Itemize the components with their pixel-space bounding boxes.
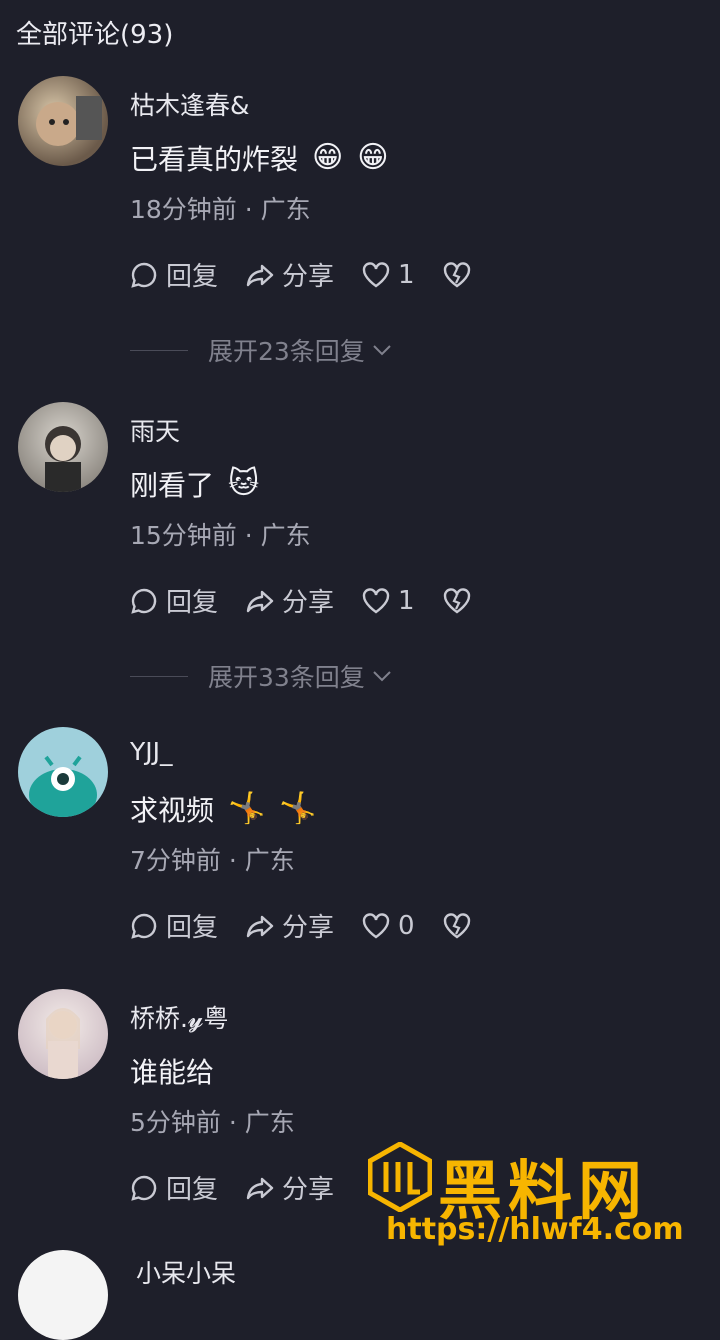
comment-item: 枯木逢春& 已看真的炸裂 😁 😁 18分钟前 · 广东 回复 分享 1 展开23… <box>0 76 720 376</box>
broken-heart-icon <box>443 912 470 938</box>
reply-icon <box>131 1175 157 1201</box>
share-icon <box>246 1177 274 1199</box>
comments-header: 全部评论(93) <box>16 20 174 50</box>
share-icon <box>246 590 274 612</box>
share-label: 分享 <box>282 262 335 292</box>
divider <box>130 675 188 677</box>
reply-label: 回复 <box>166 588 219 618</box>
acrobat-emoji-icon: 🤸 <box>279 791 317 826</box>
username[interactable]: 小呆小呆 <box>136 1254 236 1290</box>
acrobat-emoji-icon: 🤸 <box>228 791 266 826</box>
comment-body: 已看真的炸裂 <box>130 143 299 176</box>
comment-actions: 回复 分享 0 <box>128 907 499 944</box>
share-label: 分享 <box>282 1175 335 1205</box>
reply-button[interactable]: 回复 <box>128 1169 218 1206</box>
comment-item: 雨天 刚看了 🐱 15分钟前 · 广东 回复 分享 1 展开33条回复 <box>0 402 720 702</box>
expand-label: 展开33条回复 <box>208 663 365 692</box>
like-count: 1 <box>398 259 415 290</box>
broken-heart-icon <box>443 261 470 287</box>
heart-icon <box>362 261 390 287</box>
dislike-button[interactable] <box>441 259 473 291</box>
like-button[interactable]: 1 <box>360 259 415 291</box>
share-icon <box>246 915 274 937</box>
comment-item: 小呆小呆 <box>0 1250 720 1340</box>
username[interactable]: 雨天 <box>130 412 180 448</box>
like-button[interactable]: 0 <box>360 910 415 942</box>
reply-icon <box>131 262 157 288</box>
share-button[interactable]: 分享 <box>244 582 334 619</box>
like-button[interactable]: 1 <box>360 585 415 617</box>
expand-label: 展开23条回复 <box>208 337 365 366</box>
chevron-down-icon <box>373 345 391 356</box>
dislike-button[interactable] <box>441 910 473 942</box>
heart-icon <box>362 587 390 613</box>
heart-icon <box>362 912 390 938</box>
comment-item: YJJ_ 求视频 🤸 🤸 7分钟前 · 广东 回复 分享 0 <box>0 727 720 1027</box>
comment-actions: 回复 分享 1 <box>128 582 499 619</box>
broken-heart-icon <box>443 587 470 613</box>
comment-meta: 7分钟前 · 广东 <box>130 846 295 875</box>
reply-icon <box>131 588 157 614</box>
comment-text: 求视频 🤸 🤸 <box>130 789 317 829</box>
share-label: 分享 <box>282 913 335 943</box>
like-count: 0 <box>398 910 415 941</box>
avatar[interactable] <box>18 727 108 817</box>
watermark-url: https://hlwf4.com <box>386 1212 684 1247</box>
share-label: 分享 <box>282 588 335 618</box>
grin-emoji-icon: 😁 <box>312 140 344 175</box>
comment-actions: 回复 分享 <box>128 1169 360 1206</box>
username[interactable]: YJJ_ <box>130 737 173 766</box>
dislike-button[interactable] <box>441 585 473 617</box>
comment-text: 刚看了 🐱 <box>130 464 259 504</box>
comment-body: 求视频 <box>130 794 215 827</box>
comment-actions: 回复 分享 1 <box>128 256 499 293</box>
reply-button[interactable]: 回复 <box>128 582 218 619</box>
reply-button[interactable]: 回复 <box>128 907 218 944</box>
watermark: 黑料网 https://hlwf4.com <box>368 1140 698 1250</box>
share-button[interactable]: 分享 <box>244 1169 334 1206</box>
comment-body: 谁能给 <box>130 1056 215 1089</box>
comment-text: 谁能给 <box>130 1051 214 1091</box>
chevron-down-icon <box>373 671 391 682</box>
expand-replies[interactable]: 展开33条回复 <box>130 658 395 694</box>
comment-meta: 5分钟前 · 广东 <box>130 1108 295 1137</box>
cat-emoji-icon: 🐱 <box>228 466 260 501</box>
logo-icon <box>368 1142 432 1212</box>
comment-body: 刚看了 <box>130 469 215 502</box>
comment-text: 已看真的炸裂 😁 😁 <box>130 138 389 178</box>
comment-meta: 18分钟前 · 广东 <box>130 195 311 224</box>
share-button[interactable]: 分享 <box>244 907 334 944</box>
expand-replies[interactable]: 展开23条回复 <box>130 332 395 368</box>
reply-icon <box>131 913 157 939</box>
reply-label: 回复 <box>166 1175 219 1205</box>
avatar[interactable] <box>18 989 108 1079</box>
reply-button[interactable]: 回复 <box>128 256 218 293</box>
reply-label: 回复 <box>166 913 219 943</box>
share-button[interactable]: 分享 <box>244 256 334 293</box>
divider <box>130 349 188 351</box>
avatar[interactable] <box>18 76 108 166</box>
grin-emoji-icon: 😁 <box>357 140 389 175</box>
avatar[interactable] <box>18 402 108 492</box>
share-icon <box>246 264 274 286</box>
username[interactable]: 桥桥.𝔂粤 <box>130 999 229 1035</box>
comment-meta: 15分钟前 · 广东 <box>130 521 311 550</box>
avatar[interactable] <box>18 1250 108 1340</box>
username[interactable]: 枯木逢春& <box>130 86 250 122</box>
reply-label: 回复 <box>166 262 219 292</box>
like-count: 1 <box>398 585 415 616</box>
